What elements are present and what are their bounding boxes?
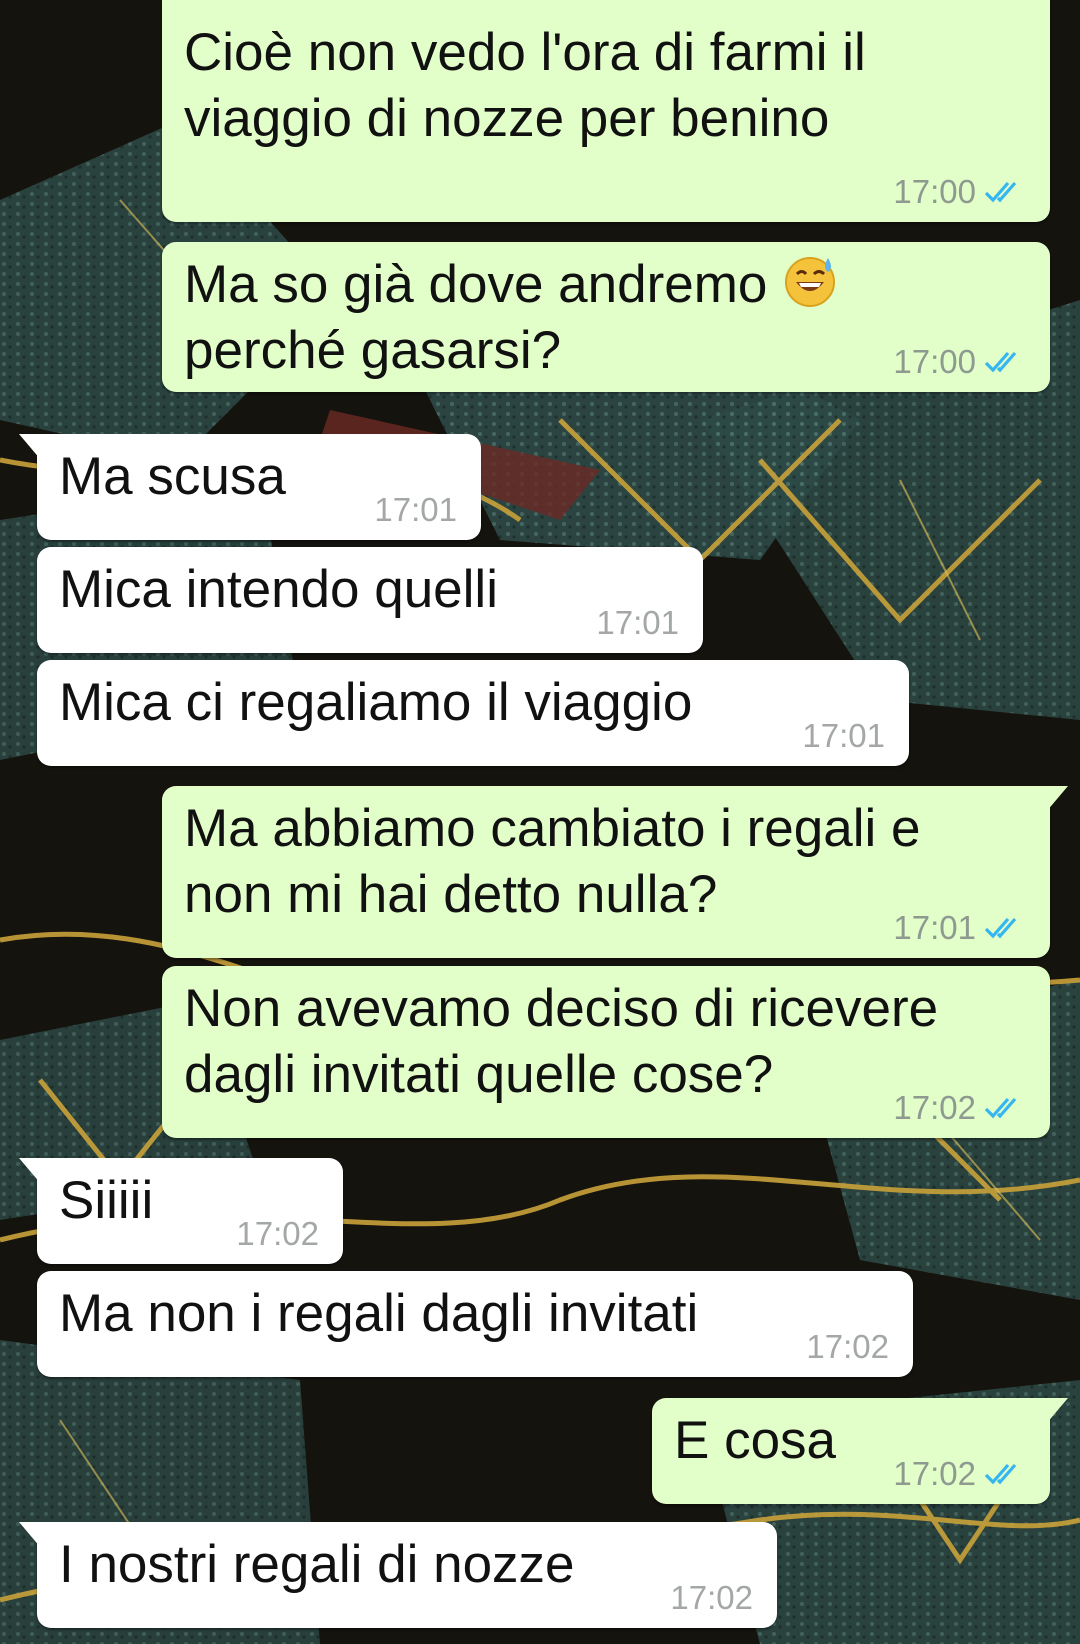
message-outgoing[interactable]: Non avevamo deciso di ricevere dagli inv… [162,966,1050,1138]
message-time: 17:01 [893,909,976,946]
message-outgoing[interactable]: E cosa 17:02 [652,1398,1068,1504]
bubble-tail [19,434,41,460]
message-meta: 17:02 [236,1216,319,1252]
message-meta: 17:00 [893,344,1024,380]
message-time: 17:02 [806,1328,889,1365]
double-check-icon [984,1463,1017,1485]
message-text: I nostri regali di nozze [59,1535,575,1594]
message-time: 17:02 [893,1089,976,1126]
message-text: Ma non i regali dagli invitati [59,1284,699,1343]
message-outgoing[interactable]: Ma abbiamo cambiato i regali e non mi ha… [162,786,1068,958]
message-incoming[interactable]: Siiiii 17:02 [19,1158,343,1264]
double-check-icon [984,917,1017,939]
message-time: 17:00 [893,343,976,380]
message-incoming[interactable]: Mica intendo quelli 17:01 [37,547,703,653]
message-meta: 17:01 [374,492,457,528]
bubble-tail [19,1158,41,1184]
message-incoming[interactable]: I nostri regali di nozze 17:02 [19,1522,777,1628]
bubble-tail [1046,786,1068,812]
message-incoming[interactable]: Ma non i regali dagli invitati 17:02 [37,1271,913,1377]
message-time: 17:01 [802,717,885,754]
bubble-tail [1046,1398,1068,1424]
message-time: 17:01 [374,491,457,528]
message-time: 17:02 [236,1215,319,1252]
message-meta: 17:02 [670,1580,753,1616]
message-incoming[interactable]: Ma scusa 17:01 [19,434,481,540]
message-meta: 17:00 [893,174,1024,210]
message-meta: 17:01 [893,910,1024,946]
message-time: 17:01 [596,604,679,641]
double-check-icon [984,1097,1017,1119]
message-meta: 17:01 [802,718,885,754]
message-text: Mica ci regaliamo il viaggio [59,673,693,732]
message-outgoing[interactable]: Cioè non vedo l'ora di farmi il viaggio … [162,0,1050,222]
message-meta: 17:01 [596,605,679,641]
message-outgoing[interactable]: Ma so già dove andremo perché gasarsi? 1… [162,242,1050,392]
message-incoming[interactable]: Mica ci regaliamo il viaggio 17:01 [37,660,909,766]
message-meta: 17:02 [893,1456,1024,1492]
message-time: 17:02 [893,1455,976,1492]
message-text-line: perché gasarsi? [184,321,562,380]
message-meta: 17:02 [806,1329,889,1365]
bubble-tail [19,1522,41,1548]
message-time: 17:02 [670,1579,753,1616]
message-text: Mica intendo quelli [59,560,498,619]
message-meta: 17:02 [893,1090,1024,1126]
message-text-line: Ma so già dove andremo [184,255,768,314]
chat-conversation[interactable]: Cioè non vedo l'ora di farmi il viaggio … [0,0,1080,1644]
grinning-sweat-emoji [785,257,836,307]
message-time: 17:00 [893,173,976,210]
double-check-icon [984,351,1017,373]
message-text: Cioè non vedo l'ora di farmi il viaggio … [184,23,866,148]
double-check-icon [984,181,1017,203]
